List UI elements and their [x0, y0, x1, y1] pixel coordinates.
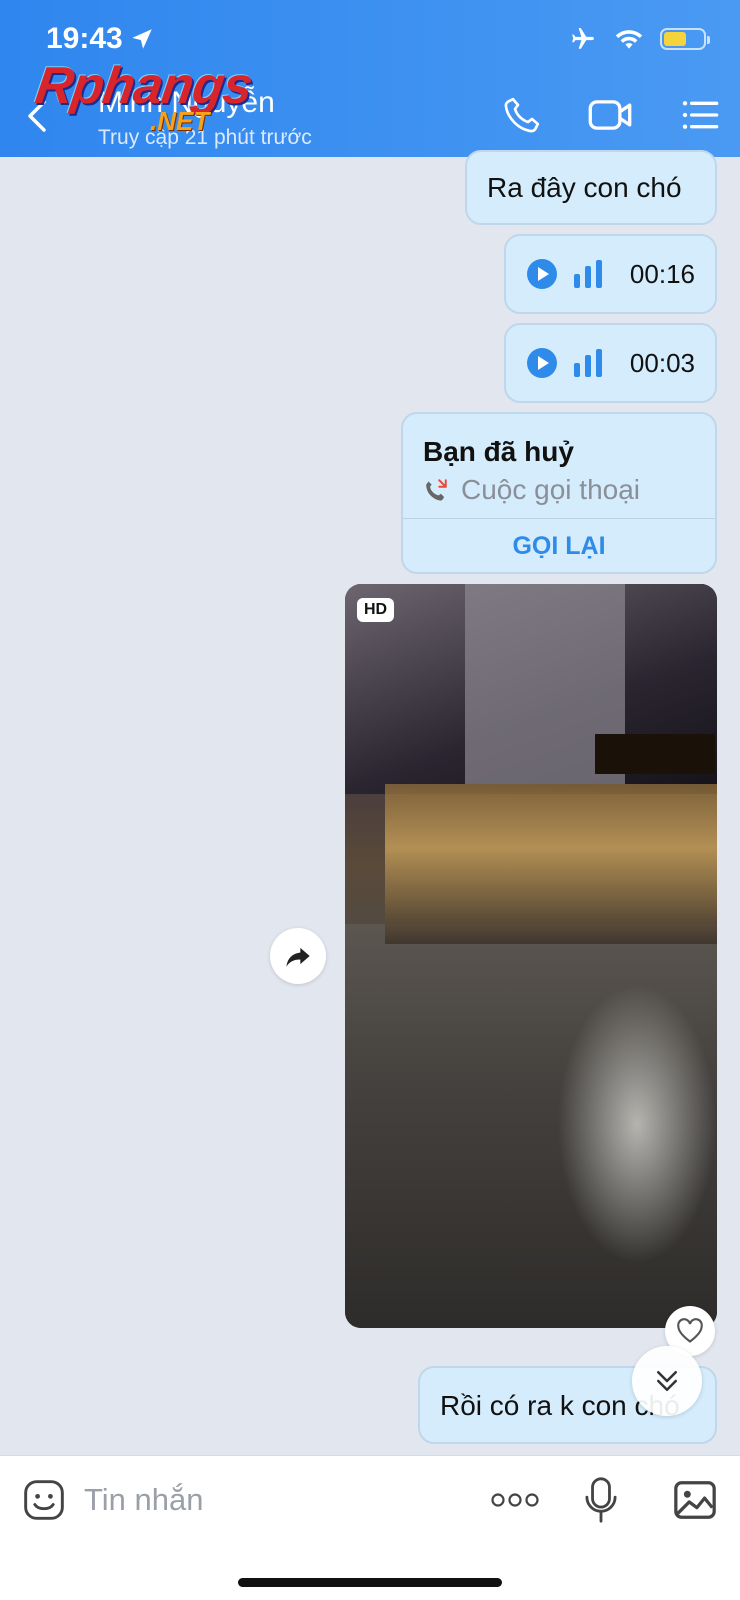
play-icon[interactable]: [526, 258, 558, 290]
call-divider: [403, 518, 715, 519]
hd-badge: HD: [357, 598, 395, 622]
call-type-row: Cuộc gọi thoại: [423, 474, 640, 506]
battery-icon: [660, 28, 710, 50]
watermark-logo-sub: .NET: [150, 106, 210, 136]
double-chevron-down-icon: [657, 1371, 677, 1391]
missed-call-icon: [426, 479, 447, 501]
heart-icon: [677, 1318, 703, 1343]
image-gallery-icon[interactable]: [672, 1478, 718, 1522]
audio-waveform-icon: [574, 260, 602, 288]
call-log-bubble: Bạn đã huỷ Cuộc gọi thoại GỌI LẠI: [401, 412, 717, 574]
call-back-button[interactable]: GỌI LẠI: [403, 532, 715, 561]
message-input[interactable]: Tin nhắn: [84, 1482, 204, 1518]
voice-duration: 00:16: [629, 258, 695, 289]
watermark-logo: Rphangs: [31, 57, 256, 115]
phone-call-icon[interactable]: [502, 95, 542, 135]
chat-header: 19:43 Minh Nguyễn Truy cập 21 phút trước…: [0, 0, 740, 157]
call-status-title: Bạn đã huỷ: [423, 436, 574, 467]
voice-message-bubble[interactable]: 00:16: [504, 234, 717, 314]
call-type-label: Cuộc gọi thoại: [461, 474, 641, 505]
status-time: 19:43: [46, 22, 155, 56]
audio-waveform-icon: [574, 349, 602, 377]
location-arrow-icon: [131, 29, 152, 49]
play-icon[interactable]: [526, 347, 558, 379]
status-icons: [568, 26, 710, 52]
forward-arrow-icon: [286, 947, 310, 967]
scroll-to-bottom-button[interactable]: [632, 1346, 702, 1416]
microphone-icon[interactable]: [584, 1476, 618, 1524]
menu-list-icon[interactable]: [680, 95, 720, 135]
wifi-icon: [615, 30, 643, 49]
airplane-icon: [572, 28, 594, 49]
forward-button[interactable]: [270, 928, 326, 984]
home-indicator: [238, 1578, 502, 1587]
sticker-emoji-icon[interactable]: [22, 1478, 66, 1522]
voice-message-bubble[interactable]: 00:03: [504, 323, 717, 403]
status-time-text: 19:43: [46, 22, 123, 55]
message-bubble-text[interactable]: Ra đây con chó: [465, 150, 717, 225]
message-text: Ra đây con chó: [487, 172, 682, 203]
voice-duration: 00:03: [629, 347, 695, 378]
video-call-icon[interactable]: [587, 95, 633, 135]
photo-message[interactable]: HD: [345, 584, 717, 1328]
more-options-icon[interactable]: [490, 1486, 540, 1514]
